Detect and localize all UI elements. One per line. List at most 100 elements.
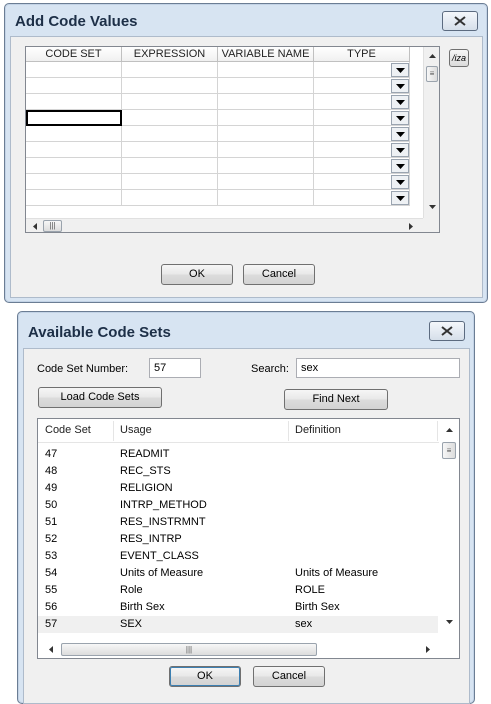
column-divider[interactable] [437,421,438,441]
code-set-cell[interactable] [26,126,122,142]
scroll-right-button[interactable] [421,642,435,656]
search-input[interactable]: sex [296,358,460,378]
variable-name-cell[interactable] [218,62,314,78]
type-cell[interactable] [314,126,410,142]
expression-cell[interactable] [122,62,218,78]
type-dropdown-button[interactable] [391,95,409,109]
list-vertical-scrollbar[interactable]: ≡ [439,419,459,642]
expression-cell[interactable] [122,126,218,142]
column-header-expression[interactable]: EXPRESSION [122,47,218,62]
code-set-cell[interactable] [26,142,122,158]
list-horizontal-scrollbar[interactable]: ||| [38,641,439,658]
type-cell[interactable] [314,142,410,158]
type-dropdown-button[interactable] [391,79,409,93]
scroll-up-button[interactable] [442,423,456,437]
expression-cell[interactable] [122,190,218,206]
code-set-number-input[interactable]: 57 [149,358,201,378]
type-cell[interactable] [314,78,410,94]
type-cell[interactable] [314,158,410,174]
grid-row[interactable] [26,110,410,126]
column-header-code-set[interactable]: Code Set [45,424,91,436]
type-cell[interactable] [314,110,410,126]
grid-row[interactable] [26,78,410,94]
scroll-up-button[interactable] [425,49,439,63]
horizontal-scroll-thumb[interactable]: ||| [43,220,62,232]
type-cell[interactable] [314,174,410,190]
type-cell[interactable] [314,94,410,110]
column-header-variable-name[interactable]: VARIABLE NAME [218,47,314,62]
scroll-down-button[interactable] [442,615,456,629]
column-header-type[interactable]: TYPE [314,47,410,62]
grid-row[interactable] [26,190,410,206]
code-set-cell[interactable] [26,78,122,94]
list-row[interactable]: 54 Units of Measure Units of Measure [38,565,438,582]
list-row[interactable]: 48 REC_STS [38,463,438,480]
column-header-code-set[interactable]: CODE SET [26,47,122,62]
grid-row[interactable] [26,174,410,190]
type-dropdown-button[interactable] [391,191,409,205]
ok-button[interactable]: OK [169,666,241,687]
list-row[interactable]: 47 READMIT [38,446,438,463]
list-row[interactable]: 51 RES_INSTRMNT [38,514,438,531]
code-set-cell[interactable] [26,174,122,190]
variable-name-cell[interactable] [218,142,314,158]
find-next-button[interactable]: Find Next [284,389,388,410]
scroll-down-button[interactable] [425,200,439,214]
type-dropdown-button[interactable] [391,143,409,157]
variable-name-cell[interactable] [218,110,314,126]
grid-row[interactable] [26,62,410,78]
type-dropdown-button[interactable] [391,63,409,77]
grid-row[interactable] [26,158,410,174]
type-cell[interactable] [314,62,410,78]
column-header-usage[interactable]: Usage [120,424,152,436]
grid-horizontal-scrollbar[interactable]: ||| [26,218,423,232]
variable-name-cell[interactable] [218,174,314,190]
horizontal-scroll-thumb[interactable]: ||| [61,643,317,656]
expression-cell[interactable] [122,142,218,158]
variable-name-cell[interactable] [218,126,314,142]
code-sets-list[interactable]: Code Set Usage Definition 47 READMIT 48 REC… [37,418,460,659]
expression-cell[interactable] [122,94,218,110]
list-row[interactable]: 50 INTRP_METHOD [38,497,438,514]
expression-cell[interactable] [122,110,218,126]
column-divider[interactable] [113,421,114,441]
close-button[interactable] [442,11,478,31]
expression-cell[interactable] [122,158,218,174]
code-set-cell[interactable] [26,158,122,174]
grid-vertical-scrollbar[interactable]: ≡ [423,47,439,218]
type-dropdown-button[interactable] [391,127,409,141]
grid-row[interactable] [26,142,410,158]
scroll-left-button[interactable] [44,642,58,656]
grid-row[interactable] [26,94,410,110]
list-row[interactable]: 52 RES_INTRP [38,531,438,548]
load-code-sets-button[interactable]: Load Code Sets [38,387,162,408]
list-row[interactable]: 57 SEX sex [38,616,438,633]
close-button[interactable] [429,321,465,341]
code-set-cell[interactable] [26,110,122,126]
expression-cell[interactable] [122,174,218,190]
column-divider[interactable] [288,421,289,441]
type-dropdown-button[interactable] [391,159,409,173]
type-dropdown-button[interactable] [391,111,409,125]
list-row[interactable]: 55 Role ROLE [38,582,438,599]
expression-cell[interactable] [122,78,218,94]
variable-name-cell[interactable] [218,190,314,206]
code-set-cell[interactable] [26,62,122,78]
title-bar[interactable]: Available Code Sets [18,312,474,346]
cancel-button[interactable]: Cancel [253,666,325,687]
code-set-cell[interactable] [26,94,122,110]
list-row[interactable]: 49 RELIGION [38,480,438,497]
visualize-button[interactable]: /iza [449,49,469,67]
type-cell[interactable] [314,190,410,206]
scroll-left-button[interactable] [28,219,42,232]
column-header-definition[interactable]: Definition [295,424,341,436]
type-dropdown-button[interactable] [391,175,409,189]
variable-name-cell[interactable] [218,158,314,174]
variable-name-cell[interactable] [218,78,314,94]
vertical-scroll-thumb[interactable]: ≡ [426,66,438,82]
variable-name-cell[interactable] [218,94,314,110]
vertical-scroll-thumb[interactable]: ≡ [442,442,456,459]
list-row[interactable]: 53 EVENT_CLASS [38,548,438,565]
title-bar[interactable]: Add Code Values [5,4,487,38]
code-set-cell[interactable] [26,190,122,206]
